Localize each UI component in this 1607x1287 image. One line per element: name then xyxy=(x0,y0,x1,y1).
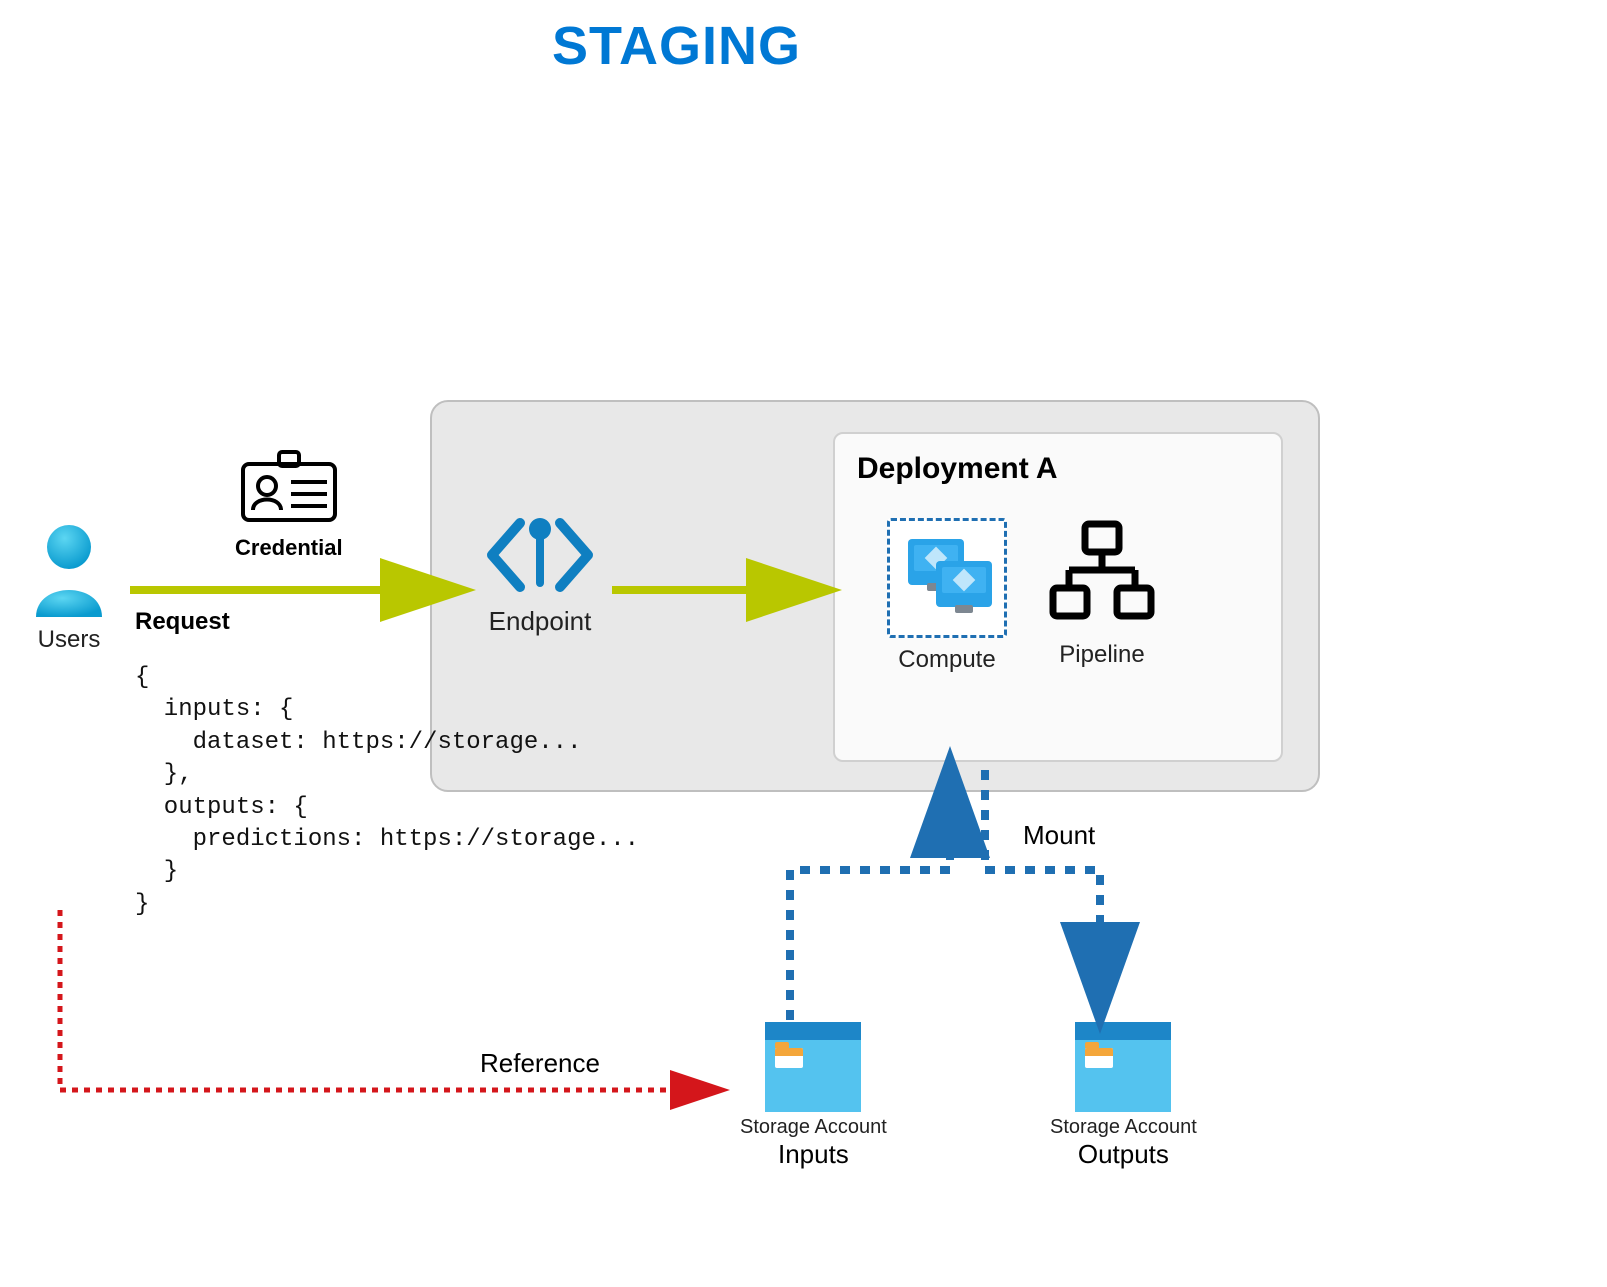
storage-icon xyxy=(1075,1022,1171,1112)
reference-label: Reference xyxy=(480,1048,600,1079)
pipeline-item: Pipeline xyxy=(1047,518,1157,669)
compute-icon xyxy=(887,518,1007,638)
storage-icon xyxy=(765,1022,861,1112)
endpoint-node: Endpoint xyxy=(482,515,598,637)
mount-arrow-outputs xyxy=(985,770,1100,1010)
storage-outputs-big: Outputs xyxy=(1050,1139,1197,1170)
deployment-title: Deployment A xyxy=(857,452,1259,486)
credential-icon xyxy=(239,450,339,524)
request-code: { inputs: { dataset: https://storage... … xyxy=(135,662,639,921)
users-label: Users xyxy=(30,626,108,654)
credential-node: Credential xyxy=(235,450,343,561)
storage-inputs-big: Inputs xyxy=(740,1139,887,1170)
user-icon xyxy=(30,521,108,617)
compute-item: Compute xyxy=(887,518,1007,674)
deployment-box: Deployment A Compute xyxy=(833,432,1283,762)
reference-arrow xyxy=(60,910,720,1090)
storage-outputs-small: Storage Account xyxy=(1050,1116,1197,1139)
storage-outputs-node: Storage Account Outputs xyxy=(1050,1022,1197,1170)
endpoint-label: Endpoint xyxy=(482,606,598,637)
request-heading: Request xyxy=(135,608,230,636)
mount-arrow-inputs xyxy=(790,770,950,1020)
users-node: Users xyxy=(30,521,108,654)
compute-label: Compute xyxy=(887,646,1007,674)
storage-inputs-small: Storage Account xyxy=(740,1116,887,1139)
pipeline-label: Pipeline xyxy=(1047,641,1157,669)
credential-label: Credential xyxy=(235,535,343,561)
mount-label: Mount xyxy=(1023,820,1095,851)
pipeline-icon xyxy=(1047,518,1157,628)
endpoint-icon xyxy=(482,515,598,595)
storage-inputs-node: Storage Account Inputs xyxy=(740,1022,887,1170)
page-title: STAGING xyxy=(552,15,801,77)
